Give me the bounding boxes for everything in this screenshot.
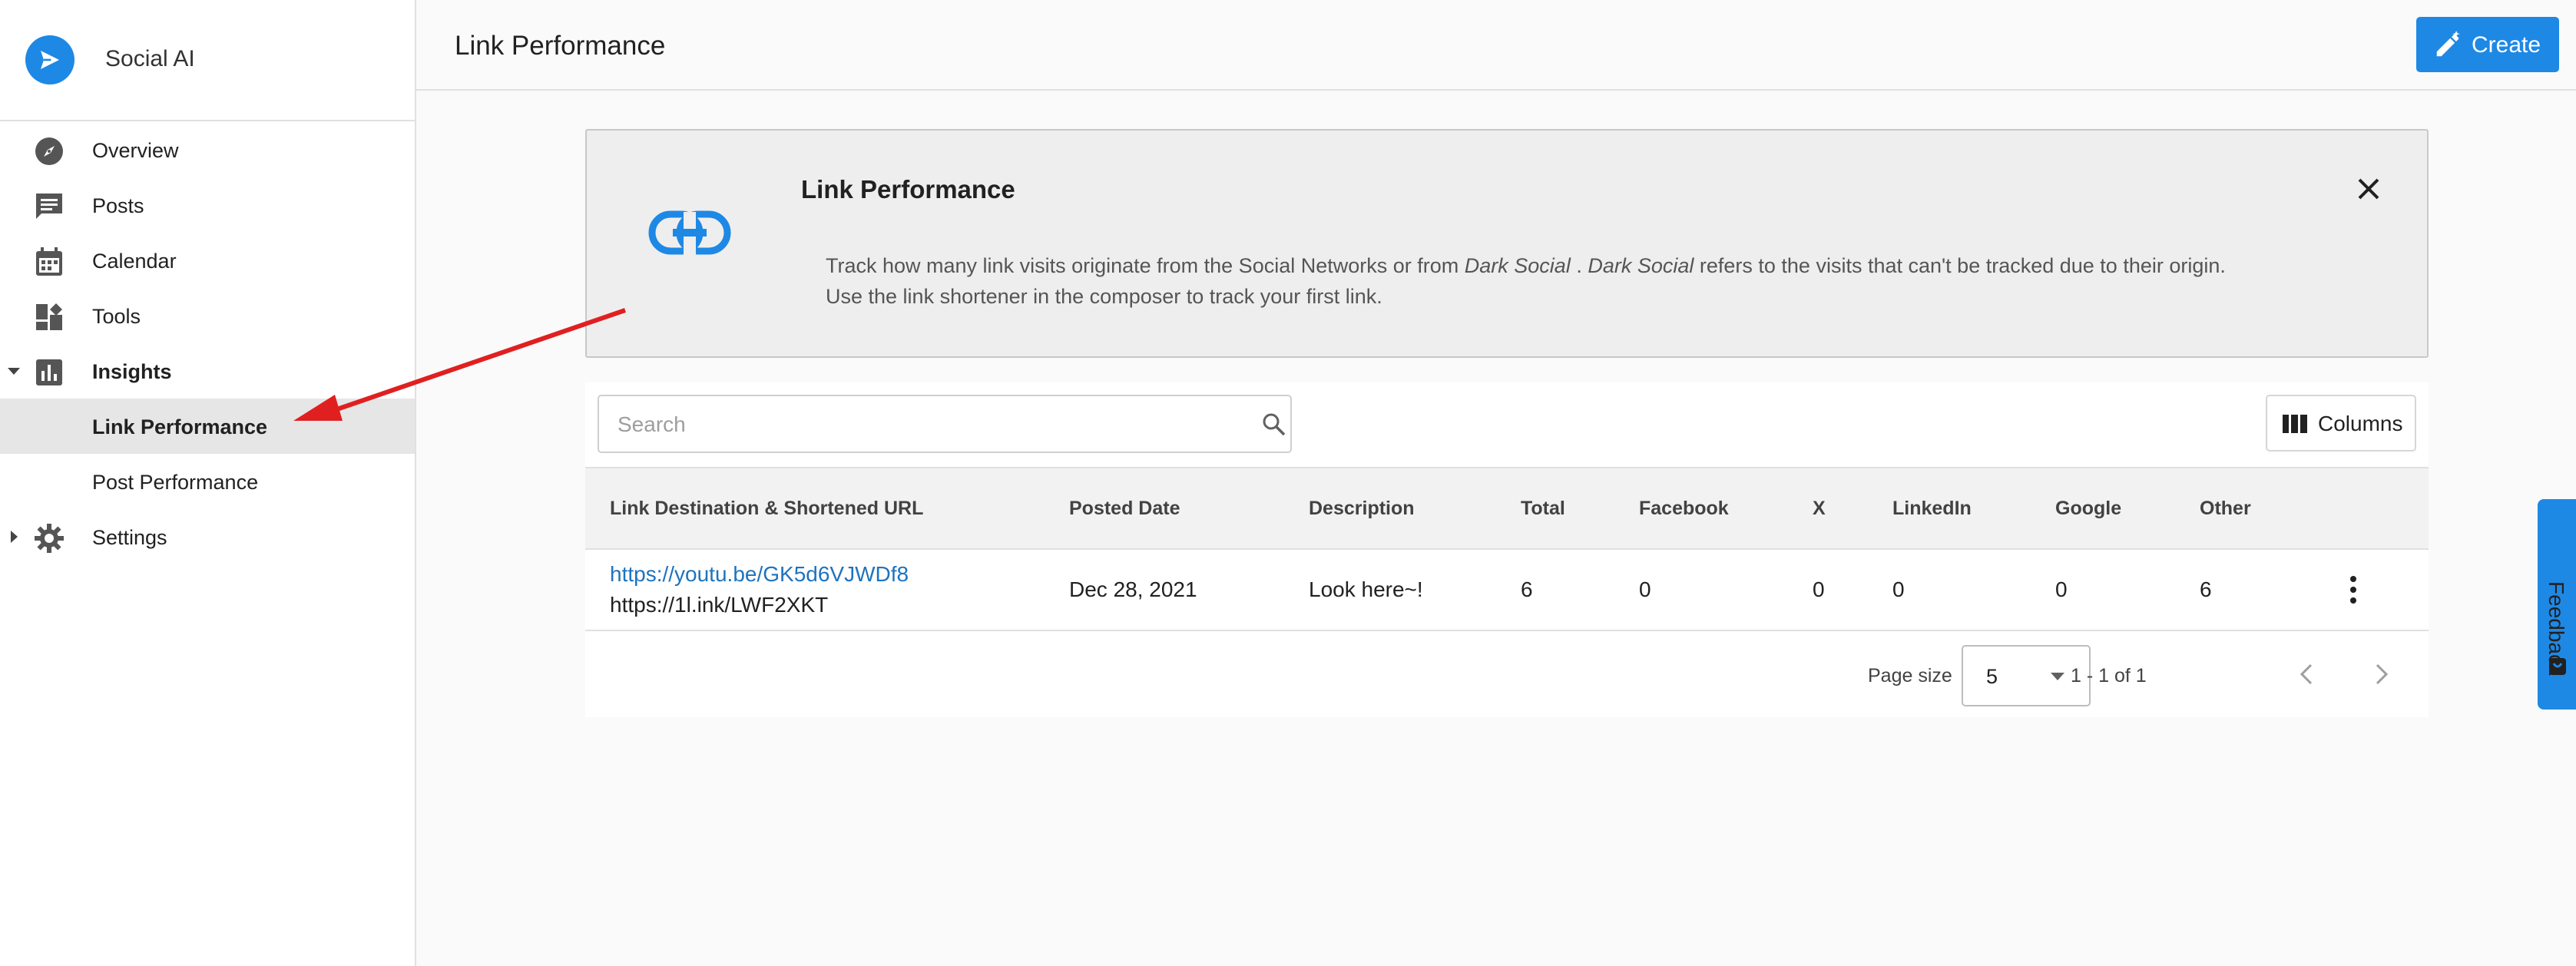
top-bar: Link Performance Create [416, 0, 2576, 91]
more-vert-icon[interactable] [2344, 574, 2362, 605]
column-header-total[interactable]: Total [1521, 498, 1565, 520]
posted-date-cell: Dec 28, 2021 [1069, 577, 1197, 601]
sidebar-item-label: Link Performance [92, 415, 268, 438]
brand-name: Social AI [105, 46, 195, 71]
page-size-label: Page size [1868, 665, 1952, 686]
caret-right-icon [11, 531, 18, 543]
brand-header: Social AI [0, 0, 415, 121]
facebook-cell: 0 [1639, 577, 1651, 601]
column-header-posted-date[interactable]: Posted Date [1069, 498, 1180, 520]
sidebar-item-label: Posts [92, 194, 144, 217]
send-logo-icon[interactable] [25, 35, 74, 84]
link-table-card: Columns Link Destination & Shortened URL… [585, 382, 2429, 717]
sidebar-item-label: Post Performance [92, 471, 259, 494]
chevron-left-icon[interactable] [2292, 659, 2323, 690]
bar-chart-icon [36, 359, 62, 385]
column-header-google[interactable]: Google [2055, 498, 2121, 520]
chat-bubble-icon [36, 194, 62, 219]
page-title: Link Performance [455, 31, 666, 61]
dropdown-arrow-icon [2051, 673, 2064, 680]
banner-title: Link Performance [801, 175, 1015, 203]
table-row: https://youtu.be/GK5d6VJWDf8 https://1l.… [585, 550, 2429, 631]
google-cell: 0 [2055, 577, 2068, 601]
gear-icon [35, 524, 64, 553]
close-icon[interactable] [2353, 174, 2384, 204]
column-header-facebook[interactable]: Facebook [1639, 498, 1729, 520]
search-icon[interactable] [1261, 412, 1287, 438]
sidebar-item-posts[interactable]: Posts [0, 177, 415, 233]
sidebar-item-insights[interactable]: Insights [0, 343, 415, 399]
column-header-other[interactable]: Other [2200, 498, 2251, 520]
dashboard-tools-icon [36, 303, 62, 330]
description-cell: Look here~! [1309, 577, 1423, 601]
search-box[interactable] [598, 395, 1292, 453]
sidebar-item-link-performance[interactable]: Link Performance [0, 399, 415, 454]
other-cell: 6 [2200, 577, 2212, 601]
sidebar-item-label: Overview [92, 139, 179, 162]
feedback-smile-icon [2549, 658, 2566, 675]
columns-button[interactable]: Columns [2266, 395, 2416, 452]
calendar-icon [36, 247, 62, 276]
sidebar-item-calendar[interactable]: Calendar [0, 233, 415, 288]
columns-button-label: Columns [2318, 412, 2403, 435]
edit-pen-icon [2436, 31, 2460, 57]
destination-link[interactable]: https://youtu.be/GK5d6VJWDf8 [610, 562, 909, 587]
link-icon [648, 210, 731, 255]
sidebar-item-tools[interactable]: Tools [0, 288, 415, 343]
sidebar-item-settings[interactable]: Settings [0, 509, 415, 564]
pagination: Page size 5 1 - 1 of 1 [585, 631, 2429, 717]
sidebar-item-label: Tools [92, 305, 141, 328]
page-size-value: 5 [1986, 665, 1998, 688]
chevron-right-icon[interactable] [2366, 659, 2396, 690]
sidebar-item-label: Settings [92, 526, 167, 549]
column-header-description[interactable]: Description [1309, 498, 1415, 520]
create-button[interactable]: Create [2416, 17, 2559, 72]
sidebar-item-post-performance[interactable]: Post Performance [0, 454, 415, 509]
x-cell: 0 [1813, 577, 1825, 601]
linkedin-cell: 0 [1892, 577, 1905, 601]
feedback-tab[interactable]: Feedback [2538, 499, 2576, 710]
compass-icon [35, 137, 63, 165]
columns-icon [2283, 415, 2307, 433]
sidebar-item-label: Insights [92, 360, 172, 383]
column-header-x[interactable]: X [1813, 498, 1826, 520]
caret-down-icon [8, 368, 20, 375]
column-header-destination[interactable]: Link Destination & Shortened URL [610, 498, 923, 520]
banner-hint: Use the link shortener in the composer t… [826, 285, 1382, 308]
banner-description: Track how many link visits originate fro… [826, 254, 2226, 308]
create-button-label: Create [2472, 32, 2541, 58]
shortened-url: https://1l.ink/LWF2XKT [610, 593, 829, 617]
info-banner: Link Performance Track how many link vis… [585, 129, 2429, 358]
total-cell: 6 [1521, 577, 1533, 601]
sidebar: Social AI Overview Posts Calendar Tools … [0, 0, 416, 966]
column-header-linkedin[interactable]: LinkedIn [1892, 498, 1972, 520]
page-range: 1 - 1 of 1 [2071, 665, 2147, 686]
sidebar-item-label: Calendar [92, 250, 177, 273]
sidebar-item-overview[interactable]: Overview [0, 122, 415, 177]
table-header: Link Destination & Shortened URL Posted … [585, 467, 2429, 550]
search-input[interactable] [618, 410, 1232, 439]
